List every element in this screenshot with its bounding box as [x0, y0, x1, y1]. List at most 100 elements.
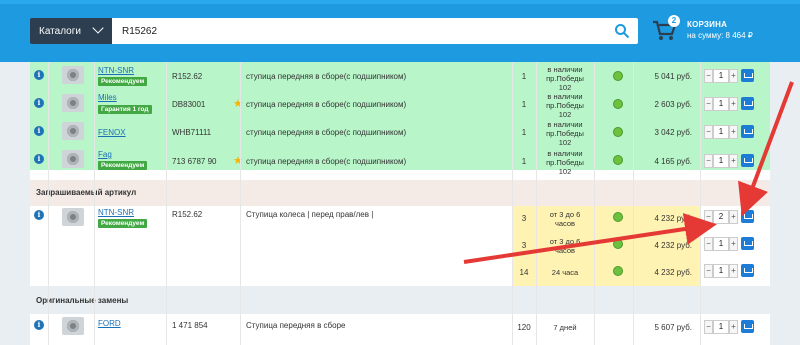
part-code: R152.62	[172, 72, 203, 81]
brand-link[interactable]: FENOX	[98, 128, 126, 137]
plus-button[interactable]: +	[729, 320, 738, 334]
quantity: 1	[521, 72, 527, 81]
info-icon[interactable]: i	[34, 70, 44, 80]
info-icon[interactable]: i	[34, 210, 44, 220]
price: 5 041 руб.	[654, 72, 693, 81]
brand-link[interactable]: NTN-SNR	[98, 66, 134, 75]
section-header-originals: Оригинальные замены	[30, 286, 770, 314]
warranty-tag: Гарантия 1 год	[98, 105, 152, 114]
minus-button[interactable]: −	[704, 210, 713, 224]
part-code: DB83001	[172, 100, 206, 109]
availability: 24 часа	[551, 268, 579, 277]
search-input[interactable]	[112, 18, 592, 44]
part-description: ступица передняя в сборе(с подшипником)	[246, 72, 407, 81]
chevron-down-icon	[92, 22, 104, 34]
add-to-cart-button[interactable]	[741, 125, 754, 138]
count-field[interactable]: 1	[713, 320, 729, 334]
plus-button[interactable]: +	[729, 97, 738, 111]
catalog-dropdown-button[interactable]: Каталоги	[30, 18, 112, 44]
status-dot	[613, 71, 623, 81]
add-to-cart-button[interactable]	[741, 320, 754, 333]
quantity: 3	[521, 241, 527, 250]
plus-button[interactable]: +	[729, 210, 738, 224]
part-code: 1 471 854	[172, 321, 208, 330]
add-to-cart-button[interactable]	[741, 154, 754, 167]
info-icon[interactable]: i	[34, 98, 44, 108]
brand-link[interactable]: Fag	[98, 150, 112, 159]
price: 4 232 руб.	[654, 268, 693, 277]
product-thumbnail[interactable]	[62, 150, 84, 168]
count-field[interactable]: 1	[713, 97, 729, 111]
add-to-cart-button[interactable]	[741, 237, 754, 250]
count-field[interactable]: 1	[713, 154, 729, 168]
plus-button[interactable]: +	[729, 237, 738, 251]
product-thumbnail[interactable]	[62, 66, 84, 84]
brand-link[interactable]: FORD	[98, 319, 121, 328]
part-description: ступица передняя в сборе(с подшипником)	[246, 100, 407, 109]
plus-button[interactable]: +	[729, 125, 738, 139]
cart-sum: на сумму: 8 464 ₽	[687, 31, 753, 40]
count-field[interactable]: 1	[713, 237, 729, 251]
price: 4 165 руб.	[654, 157, 693, 166]
part-description: Ступица передняя в сборе	[246, 321, 346, 330]
brand-link[interactable]: Miles	[98, 93, 117, 102]
product-thumbnail[interactable]	[62, 94, 84, 112]
section-title: Запрашиваемый артикул	[36, 188, 137, 197]
info-icon[interactable]: i	[34, 126, 44, 136]
minus-button[interactable]: −	[704, 237, 713, 251]
quantity-stepper[interactable]: −1 +	[704, 320, 738, 334]
plus-button[interactable]: +	[729, 264, 738, 278]
count-field[interactable]: 2	[713, 210, 729, 224]
minus-button[interactable]: −	[704, 264, 713, 278]
plus-button[interactable]: +	[729, 69, 738, 83]
product-thumbnail[interactable]	[62, 122, 84, 140]
quantity-stepper[interactable]: −1 +	[704, 237, 738, 251]
quantity: 3	[521, 214, 527, 223]
price: 2 603 руб.	[654, 100, 693, 109]
product-thumbnail[interactable]	[62, 317, 84, 335]
part-description: Ступица колеса | перед прав/лев |	[246, 210, 374, 219]
availability: в наличии пр.Победы 102	[546, 65, 584, 92]
minus-button[interactable]: −	[704, 97, 713, 111]
add-to-cart-button[interactable]	[741, 69, 754, 82]
count-field[interactable]: 1	[713, 264, 729, 278]
cart-title: КОРЗИНА	[687, 20, 728, 29]
part-code: R152.62	[172, 210, 203, 219]
quantity-stepper[interactable]: −2 +	[704, 210, 738, 224]
minus-button[interactable]: −	[704, 320, 713, 334]
search-icon[interactable]	[614, 23, 630, 39]
add-to-cart-button[interactable]	[741, 210, 754, 223]
price: 5 607 руб.	[654, 323, 693, 332]
info-icon[interactable]: i	[34, 154, 44, 164]
quantity-stepper[interactable]: −1 +	[704, 97, 738, 111]
status-dot	[613, 212, 623, 222]
quantity: 14	[519, 268, 529, 277]
quantity-stepper[interactable]: −1 +	[704, 125, 738, 139]
availability: от 3 до 6 часов	[549, 237, 581, 255]
price: 3 042 руб.	[654, 128, 693, 137]
minus-button[interactable]: −	[704, 125, 713, 139]
top-strip	[0, 0, 800, 4]
minus-button[interactable]: −	[704, 69, 713, 83]
add-to-cart-button[interactable]	[741, 264, 754, 277]
cart-widget[interactable]: 2 КОРЗИНА на сумму: 8 464 ₽	[652, 15, 792, 48]
part-code: 713 6787 90	[172, 157, 217, 166]
product-thumbnail[interactable]	[62, 208, 84, 226]
quantity: 1	[521, 128, 527, 137]
count-field[interactable]: 1	[713, 69, 729, 83]
plus-button[interactable]: +	[729, 154, 738, 168]
add-to-cart-button[interactable]	[741, 97, 754, 110]
status-dot	[613, 239, 623, 249]
info-icon[interactable]: i	[34, 320, 44, 330]
quantity-stepper[interactable]: −1 +	[704, 264, 738, 278]
minus-button[interactable]: −	[704, 154, 713, 168]
section-title: Оригинальные замены	[36, 296, 129, 305]
search-bar	[112, 18, 638, 44]
status-dot	[613, 127, 623, 137]
quantity-stepper[interactable]: −1 +	[704, 154, 738, 168]
quantity: 120	[517, 323, 531, 332]
catalog-label: Каталоги	[39, 25, 81, 37]
quantity-stepper[interactable]: −1 +	[704, 69, 738, 83]
count-field[interactable]: 1	[713, 125, 729, 139]
brand-link[interactable]: NTN-SNR	[98, 208, 134, 217]
